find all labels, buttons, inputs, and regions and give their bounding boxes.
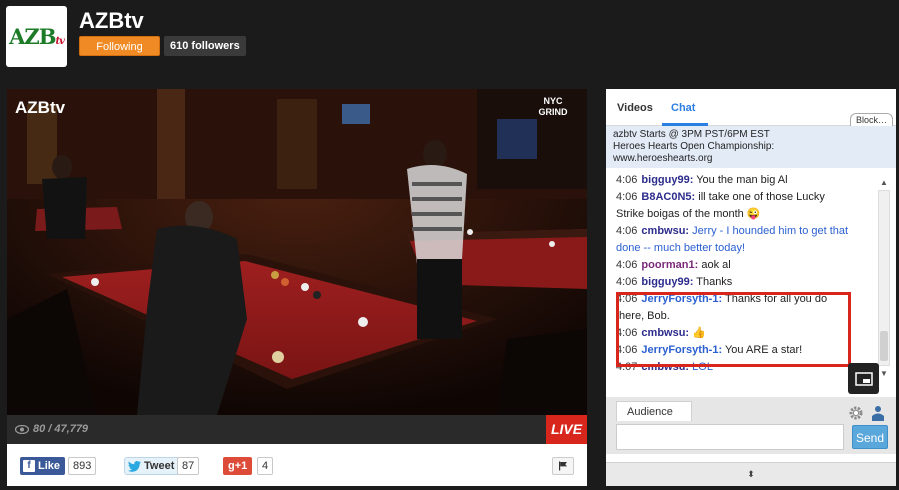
user-list-icon[interactable] xyxy=(871,405,885,421)
chat-footer: Audience Send xyxy=(606,397,896,454)
chat-message: 4:06 cmbwsu: Jerry - I hounded him to get… xyxy=(616,225,849,237)
video-frame xyxy=(7,89,587,415)
scroll-up-icon[interactable]: ▲ xyxy=(879,178,889,188)
tab-videos[interactable]: Videos xyxy=(617,102,653,114)
social-bar: f Like 893 Tweet 87 g+1 4 xyxy=(7,444,587,486)
channel-logo[interactable]: AZBtv xyxy=(6,6,67,67)
popout-icon xyxy=(854,371,873,386)
chat-tabs: Videos Chat Block… xyxy=(606,89,896,126)
eye-icon xyxy=(15,424,29,434)
gplus-count: 4 xyxy=(257,457,274,475)
gear-icon[interactable] xyxy=(848,405,864,421)
view-count: 80 / 47,779 xyxy=(15,423,88,435)
report-flag-button[interactable] xyxy=(552,457,574,475)
tweet-count: 87 xyxy=(177,457,200,475)
view-count-text: 80 / 47,779 xyxy=(33,423,89,435)
send-button[interactable]: Send xyxy=(852,425,888,449)
tweet-label: Tweet xyxy=(144,460,175,472)
channel-name[interactable]: AZBtv xyxy=(79,8,144,34)
block-button[interactable]: Block… xyxy=(849,113,893,126)
scroll-down-icon[interactable]: ▼ xyxy=(879,369,889,379)
chat-message: 4:06 B8AC0N5: ill take one of those Lucky xyxy=(616,191,825,203)
chat-message: 4:06 bigguy99: Thanks xyxy=(616,276,733,288)
nyc-grind-logo: NYC GRIND xyxy=(538,96,568,117)
video-info-bar: 80 / 47,779 LIVE xyxy=(7,415,587,444)
flag-icon xyxy=(559,461,567,471)
followers-count: 610 followers xyxy=(164,36,246,56)
chat-resize-handle[interactable]: ⬍ xyxy=(606,462,896,486)
chat-message: 4:06 poorman1: aok al xyxy=(616,259,731,271)
chat-message: 4:06 bigguy99: You the man big Al xyxy=(616,174,788,186)
video-watermark: AZBtv xyxy=(15,98,66,117)
gplus-label: +1 xyxy=(234,460,248,472)
chat-message-continued: Strike boigas of the month 😜 xyxy=(616,208,761,220)
facebook-like-button[interactable]: f Like xyxy=(20,457,66,475)
like-label: Like xyxy=(38,460,61,472)
tab-chat[interactable]: Chat xyxy=(671,102,695,114)
audience-tab[interactable]: Audience xyxy=(616,401,692,421)
facebook-icon: f xyxy=(23,460,35,472)
twitter-icon xyxy=(128,460,141,472)
resize-arrows-icon: ⬍ xyxy=(747,469,755,479)
chat-panel: Videos Chat Block… azbtv Starts @ 3PM PS… xyxy=(606,89,896,486)
chat-topic: azbtv Starts @ 3PM PST/6PM EST Heroes He… xyxy=(606,126,896,168)
scrollbar-thumb[interactable] xyxy=(880,331,888,361)
chat-scrollbar[interactable] xyxy=(878,190,890,366)
popout-chat-button[interactable] xyxy=(848,363,879,394)
logo-text: AZBtv xyxy=(9,24,65,49)
chat-message-input[interactable] xyxy=(616,424,844,450)
highlight-box xyxy=(616,292,851,367)
topic-line-1: azbtv Starts @ 3PM PST/6PM EST xyxy=(613,129,770,140)
google-plus-button[interactable]: g+1 xyxy=(223,457,253,475)
video-player[interactable]: AZBtv NYC GRIND xyxy=(7,89,587,415)
tweet-button[interactable]: Tweet xyxy=(124,457,181,475)
google-plus-icon: g xyxy=(228,460,235,472)
channel-header: AZBtv AZBtv Following 610 followers xyxy=(0,0,899,88)
following-button[interactable]: Following xyxy=(79,36,160,56)
chat-message-continued: done -- much better today! xyxy=(616,242,746,254)
live-badge: LIVE xyxy=(546,415,587,444)
topic-line-2: Heroes Hearts Open Championship: xyxy=(613,141,775,152)
like-count: 893 xyxy=(68,457,97,475)
topic-line-3: www.heroeshearts.org xyxy=(613,153,713,164)
